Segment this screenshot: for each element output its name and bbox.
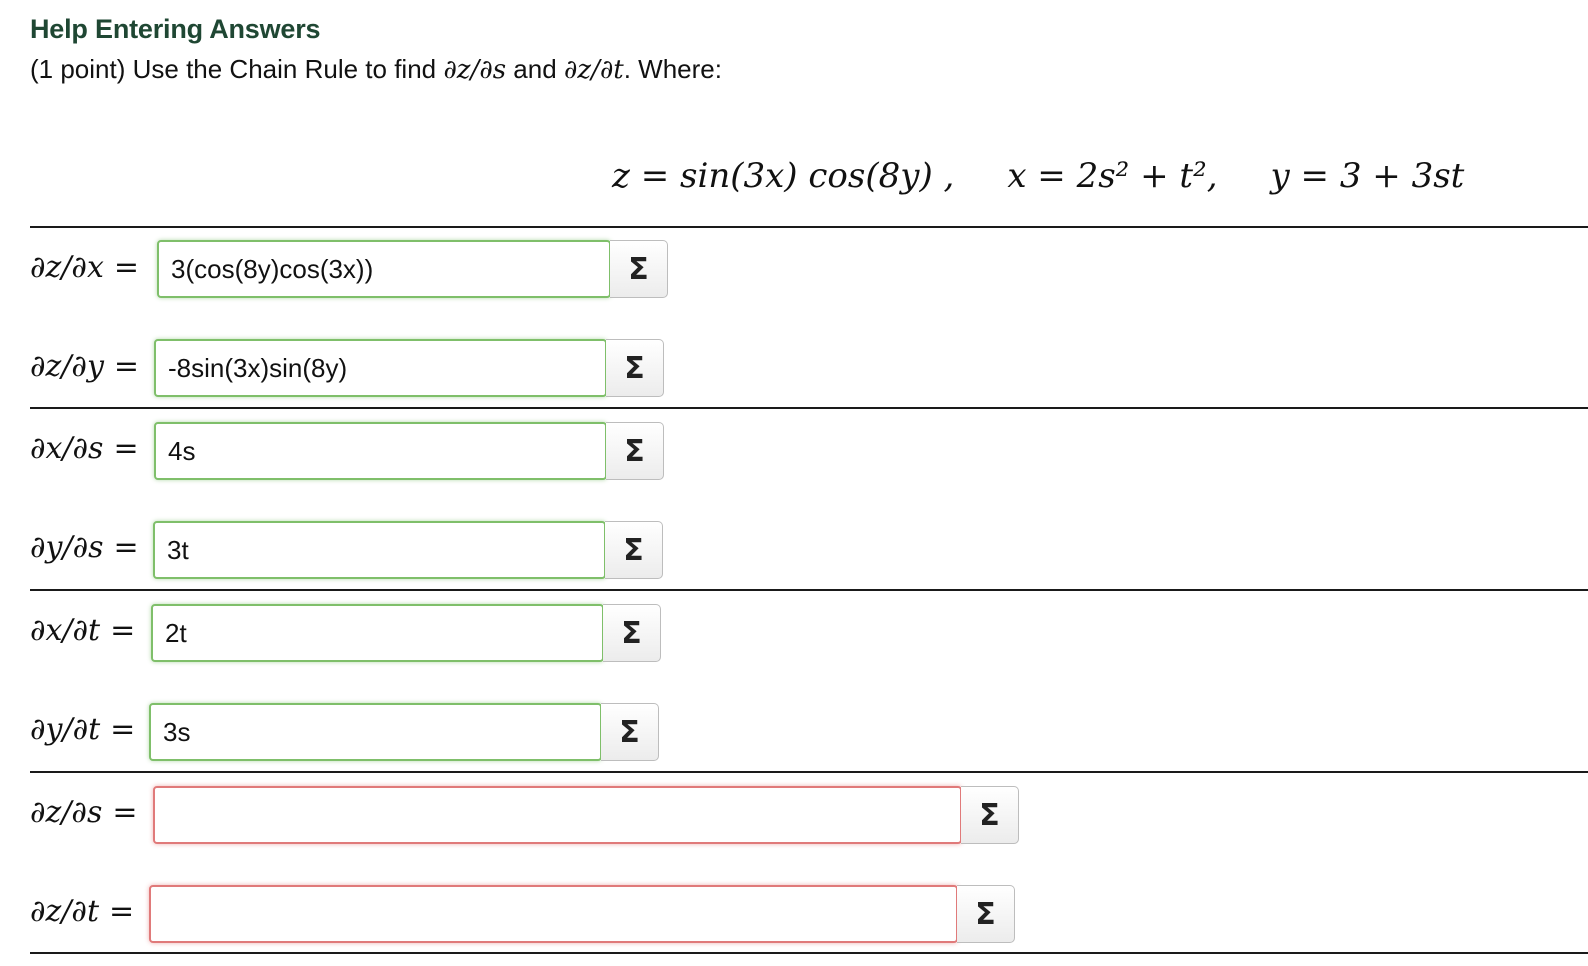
label-text: ∂x/∂s [30,431,104,466]
divider [30,589,1588,591]
divider [30,226,1588,228]
equation-editor-button[interactable]: Σ [605,521,663,579]
equals-sign: = [110,613,136,648]
equation-editor-button[interactable]: Σ [603,604,661,662]
answer-input-dx-dt[interactable] [151,604,604,662]
answer-input-dz-dx[interactable] [157,240,611,298]
equation-x: x = 2s² + t², [1007,156,1218,196]
equation-editor-button[interactable]: Σ [610,240,668,298]
answer-input-dz-dy[interactable] [154,339,607,397]
answer-input-dz-dt[interactable] [149,885,958,943]
equals-sign: = [113,431,139,466]
answer-input-dy-dt[interactable] [149,703,602,761]
equation-editor-button[interactable]: Σ [961,786,1019,844]
answer-label-dz-dy: ∂z/∂y = [30,349,139,384]
equals-sign: = [113,250,139,285]
problem-statement: (1 point) Use the Chain Rule to find ∂z/… [30,54,722,85]
answer-label-dy-dt: ∂y/∂t = [30,712,135,747]
equation-z: z = sin(3x) cos(8y) , [612,156,955,196]
equals-sign: = [109,894,135,929]
given-equations: z = sin(3x) cos(8y) , x = 2s² + t², y = … [612,156,1464,196]
answer-label-dx-ds: ∂x/∂s = [30,431,139,466]
equation-editor-button[interactable]: Σ [606,422,664,480]
answer-label-dx-dt: ∂x/∂t = [30,613,135,648]
answer-input-dy-ds[interactable] [153,521,606,579]
answer-input-dz-ds[interactable] [153,786,962,844]
label-text: ∂z/∂y [30,349,104,384]
equation-editor-button[interactable]: Σ [601,703,659,761]
equation-editor-button[interactable]: Σ [957,885,1015,943]
equals-sign: = [113,349,140,384]
equation-editor-button[interactable]: Σ [606,339,664,397]
problem-prefix: (1 point) Use the Chain Rule to find [30,54,437,84]
equals-sign: = [113,530,139,565]
label-text: ∂z/∂s [30,795,103,830]
label-text: ∂z/∂t [30,894,99,929]
equals-sign: = [110,712,136,747]
answer-input-dx-ds[interactable] [154,422,607,480]
label-text: ∂y/∂t [30,712,101,747]
equation-y: y = 3 + 3st [1270,156,1465,196]
target-dz-dt: ∂z/∂t [563,55,624,85]
answer-label-dy-ds: ∂y/∂s = [30,530,139,565]
problem-connector: and [513,54,557,84]
divider [30,952,1588,954]
answer-label-dz-ds: ∂z/∂s = [30,795,137,830]
target-dz-ds: ∂z/∂s [443,55,507,85]
equals-sign: = [112,795,138,830]
divider [30,771,1588,773]
label-text: ∂y/∂s [30,530,104,565]
label-text: ∂z/∂x [30,250,104,285]
problem-suffix: . Where: [623,54,722,84]
help-entering-answers-link[interactable]: Help Entering Answers [30,14,321,45]
label-text: ∂x/∂t [30,613,101,648]
answer-label-dz-dx: ∂z/∂x = [30,250,139,285]
divider [30,407,1588,409]
answer-label-dz-dt: ∂z/∂t = [30,894,134,929]
